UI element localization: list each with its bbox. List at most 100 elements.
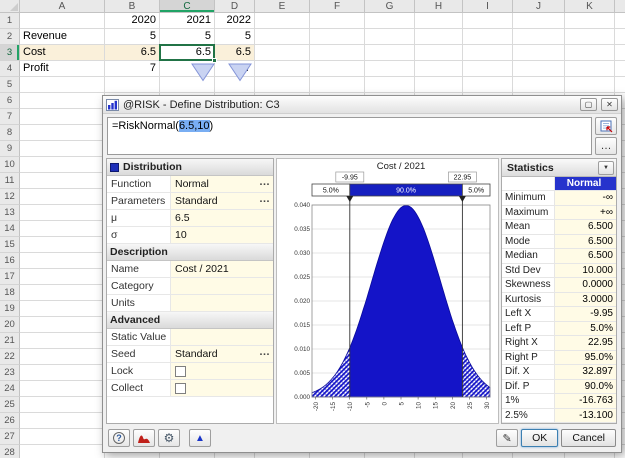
cell-A22[interactable] bbox=[20, 349, 105, 365]
graph-options-button[interactable] bbox=[133, 429, 155, 447]
row-header-28[interactable]: 28 bbox=[0, 445, 20, 458]
row-header-11[interactable]: 11 bbox=[0, 173, 20, 189]
cell-F5[interactable] bbox=[310, 77, 365, 93]
cell-C1[interactable]: 2021 bbox=[160, 13, 215, 29]
statistics-dropdown-button[interactable]: ▼ bbox=[598, 160, 614, 175]
collect-checkbox[interactable] bbox=[175, 382, 186, 394]
row-header-14[interactable]: 14 bbox=[0, 221, 20, 237]
cell-A27[interactable] bbox=[20, 429, 105, 445]
cell-G5[interactable] bbox=[365, 77, 415, 93]
more-options-button[interactable]: … bbox=[595, 137, 617, 155]
select-all-corner[interactable] bbox=[0, 0, 20, 13]
cell-A10[interactable] bbox=[20, 157, 105, 173]
cell-J1[interactable] bbox=[513, 13, 565, 29]
edit-reference-button[interactable]: ✎ bbox=[496, 429, 519, 447]
section-header-description[interactable]: Description bbox=[107, 244, 273, 261]
cell-C5[interactable] bbox=[160, 77, 215, 93]
cell-E1[interactable] bbox=[255, 13, 310, 29]
insert-distribution-button[interactable]: ▲ bbox=[189, 429, 211, 447]
cell-reference-button[interactable] bbox=[595, 117, 617, 135]
ok-button[interactable]: OK bbox=[521, 429, 559, 447]
row-header-22[interactable]: 22 bbox=[0, 349, 20, 365]
row-header-25[interactable]: 25 bbox=[0, 397, 20, 413]
property-value-blank[interactable]: 10 bbox=[171, 227, 273, 243]
cell-H4[interactable] bbox=[415, 61, 463, 77]
cell-A12[interactable] bbox=[20, 189, 105, 205]
ellipsis-button[interactable]: … bbox=[259, 176, 270, 188]
cell-A25[interactable] bbox=[20, 397, 105, 413]
row-header-3[interactable]: 3 bbox=[0, 45, 20, 61]
column-header-H[interactable]: H bbox=[415, 0, 463, 13]
property-value-blank[interactable]: 6.5 bbox=[171, 210, 273, 226]
cell-J4[interactable] bbox=[513, 61, 565, 77]
cell-K2[interactable] bbox=[565, 29, 615, 45]
cell-H5[interactable] bbox=[415, 77, 463, 93]
dialog-titlebar[interactable]: @RISK - Define Distribution: C3 ▢ ✕ bbox=[103, 96, 621, 114]
row-header-12[interactable]: 12 bbox=[0, 189, 20, 205]
cell-B5[interactable] bbox=[105, 77, 160, 93]
settings-button[interactable]: ⚙ bbox=[158, 429, 180, 447]
row-header-5[interactable]: 5 bbox=[0, 77, 20, 93]
cell-D3[interactable]: 6.5 bbox=[215, 45, 255, 61]
row-header-9[interactable]: 9 bbox=[0, 141, 20, 157]
column-header-J[interactable]: J bbox=[513, 0, 565, 13]
cell-H3[interactable] bbox=[415, 45, 463, 61]
cell-B2[interactable]: 5 bbox=[105, 29, 160, 45]
cell-F4[interactable] bbox=[310, 61, 365, 77]
cell-I1[interactable] bbox=[463, 13, 513, 29]
cell-D2[interactable]: 5 bbox=[215, 29, 255, 45]
row-header-18[interactable]: 18 bbox=[0, 285, 20, 301]
cell-K3[interactable] bbox=[565, 45, 615, 61]
ellipsis-button[interactable]: … bbox=[259, 193, 270, 205]
row-header-13[interactable]: 13 bbox=[0, 205, 20, 221]
cell-G1[interactable] bbox=[365, 13, 415, 29]
column-header-D[interactable]: D bbox=[215, 0, 255, 13]
column-header-A[interactable]: A bbox=[20, 0, 105, 13]
cell-C4[interactable]: 7 bbox=[160, 61, 215, 77]
cell-H2[interactable] bbox=[415, 29, 463, 45]
cell-H1[interactable] bbox=[415, 13, 463, 29]
cell-G3[interactable] bbox=[365, 45, 415, 61]
cell-C2[interactable]: 5 bbox=[160, 29, 215, 45]
cell-E3[interactable] bbox=[255, 45, 310, 61]
row-header-6[interactable]: 6 bbox=[0, 93, 20, 109]
cell-G2[interactable] bbox=[365, 29, 415, 45]
cell-K4[interactable] bbox=[565, 61, 615, 77]
cell-A15[interactable] bbox=[20, 237, 105, 253]
cell-E5[interactable] bbox=[255, 77, 310, 93]
property-value-seed[interactable]: Standard… bbox=[171, 346, 273, 362]
distribution-chart[interactable]: Cost / 2021 0.000 0.005 0.010 0.015 0.020 0.02… bbox=[276, 158, 499, 424]
cell-A3[interactable]: Cost bbox=[20, 45, 105, 61]
lock-checkbox[interactable] bbox=[175, 365, 186, 377]
property-value-units[interactable] bbox=[171, 295, 273, 311]
property-value-name[interactable]: Cost / 2021 bbox=[171, 261, 273, 277]
property-value-lock[interactable] bbox=[171, 363, 273, 379]
cell-A1[interactable] bbox=[20, 13, 105, 29]
section-header-advanced[interactable]: Advanced bbox=[107, 312, 273, 329]
cell-A11[interactable] bbox=[20, 173, 105, 189]
row-header-17[interactable]: 17 bbox=[0, 269, 20, 285]
column-header-G[interactable]: G bbox=[365, 0, 415, 13]
cell-A19[interactable] bbox=[20, 301, 105, 317]
cancel-button[interactable]: Cancel bbox=[561, 429, 616, 447]
cell-A23[interactable] bbox=[20, 365, 105, 381]
cell-F3[interactable] bbox=[310, 45, 365, 61]
column-header-I[interactable]: I bbox=[463, 0, 513, 13]
row-header-19[interactable]: 19 bbox=[0, 301, 20, 317]
row-header-26[interactable]: 26 bbox=[0, 413, 20, 429]
cell-I3[interactable] bbox=[463, 45, 513, 61]
cell-K1[interactable] bbox=[565, 13, 615, 29]
close-button[interactable]: ✕ bbox=[601, 98, 618, 111]
row-header-1[interactable]: 1 bbox=[0, 13, 20, 29]
cell-A28[interactable] bbox=[20, 445, 105, 458]
column-header-C[interactable]: C bbox=[160, 0, 215, 13]
row-header-10[interactable]: 10 bbox=[0, 157, 20, 173]
column-header-B[interactable]: B bbox=[105, 0, 160, 13]
property-value-static-value[interactable] bbox=[171, 329, 273, 345]
row-header-27[interactable]: 27 bbox=[0, 429, 20, 445]
row-header-7[interactable]: 7 bbox=[0, 109, 20, 125]
cell-B4[interactable]: 7 bbox=[105, 61, 160, 77]
row-header-21[interactable]: 21 bbox=[0, 333, 20, 349]
cell-A4[interactable]: Profit bbox=[20, 61, 105, 77]
row-header-16[interactable]: 16 bbox=[0, 253, 20, 269]
